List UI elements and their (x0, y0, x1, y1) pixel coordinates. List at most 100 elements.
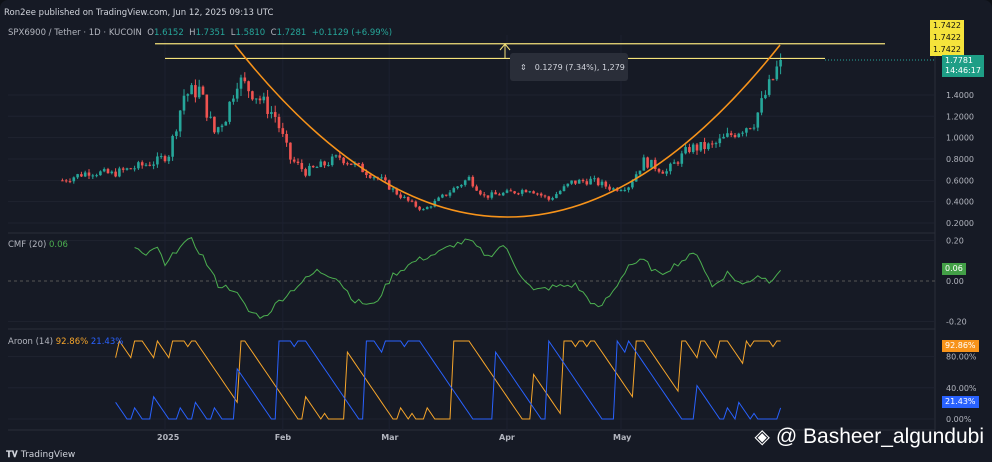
candle-up (665, 171, 668, 174)
candle-down (661, 171, 665, 174)
candle-up (570, 180, 573, 184)
last-price: 1.7781 (945, 56, 973, 65)
candle-down (509, 190, 513, 192)
candle-down (410, 200, 414, 202)
candle-down (585, 181, 589, 185)
candle-up (589, 178, 592, 185)
y-tick-label: 0.4000 (946, 198, 974, 207)
candle-up (429, 206, 433, 208)
cmf-axis-label: 0.20 (946, 237, 964, 246)
binance-logo-icon: ◈ (754, 426, 770, 448)
candle-up (95, 175, 98, 177)
candle-up (460, 184, 463, 187)
x-tick-label: Mar (381, 433, 398, 442)
candle-down (710, 143, 714, 145)
measure-text: 0.1279 (7.34%), 1,279 (534, 62, 625, 72)
candle-up (520, 190, 524, 194)
candle-up (741, 132, 744, 134)
candle-up (171, 135, 174, 157)
candle-up (175, 131, 178, 136)
candle-up (558, 191, 562, 195)
candle-up (315, 167, 319, 169)
candle-down (323, 161, 326, 166)
candle-up (501, 192, 505, 196)
candle-up (118, 168, 121, 177)
candle-down (148, 164, 152, 166)
candle-down (266, 96, 269, 114)
candle-down (486, 195, 490, 198)
candle-down (277, 116, 281, 129)
aroon-up-value: 92.86% (55, 337, 89, 347)
candle-down (311, 165, 315, 168)
candle-up (437, 197, 440, 201)
y-tick-label: 0.2000 (946, 219, 974, 228)
candle-down (748, 128, 752, 130)
candle-up (764, 94, 767, 99)
aroon-axis-label: 40.00% (946, 384, 977, 393)
candle-down (539, 193, 543, 196)
candle-down (121, 168, 125, 170)
level-label-2: 1.7422 (930, 32, 964, 44)
candle-up (308, 165, 311, 176)
candle-down (536, 193, 539, 195)
aroon-axis-label: 80.00% (946, 353, 977, 362)
candle-up (422, 209, 425, 211)
candle-up (714, 143, 718, 145)
candle-up (680, 153, 684, 164)
candle-up (467, 176, 471, 181)
branding-text: TradingView (20, 450, 76, 460)
y-tick-label: 1.0000 (946, 134, 974, 143)
cmf-value: 0.06 (49, 240, 68, 250)
y-tick-label: 0.8000 (946, 155, 974, 164)
candle-up (380, 177, 383, 179)
chart-canvas[interactable]: 1.4000 1.2000 1.0000 0.8000 0.6000 0.4000 0.20… (0, 0, 992, 462)
cmf-title: CMF (20) (8, 240, 47, 250)
candle-up (372, 177, 376, 179)
candle-up (102, 169, 106, 172)
candle-up (110, 171, 114, 174)
candle-up (156, 156, 159, 165)
candle-up (232, 98, 235, 102)
candle-down (292, 159, 296, 162)
candle-down (532, 191, 535, 194)
candle-up (425, 207, 429, 210)
candle-down (729, 133, 733, 136)
candle-up (767, 79, 771, 95)
candle-down (251, 91, 254, 100)
candle-up (270, 112, 273, 114)
candle-up (224, 121, 228, 126)
candle-down (657, 169, 661, 172)
candle-up (756, 112, 760, 128)
candle-up (551, 198, 554, 200)
candle-up (555, 194, 558, 199)
candle-down (281, 128, 285, 134)
candle-down (247, 81, 250, 92)
candle-down (733, 135, 737, 138)
candle-up (638, 170, 642, 175)
candle-up (566, 183, 570, 187)
y-tick-label: 1.2000 (946, 112, 974, 121)
candle-down (574, 180, 577, 184)
candle-up (403, 196, 406, 198)
candle-up (327, 165, 330, 167)
candle-down (513, 191, 516, 194)
last-price-label: 1.7781 14:46:17 (942, 55, 984, 77)
candle-up (456, 186, 459, 189)
candle-down (304, 169, 307, 176)
candle-down (201, 86, 205, 95)
candle-down (471, 176, 475, 187)
candle-up (726, 133, 729, 137)
candle-down (140, 162, 144, 166)
candle-down (205, 94, 209, 118)
candle-down (342, 157, 345, 164)
candle-down (61, 180, 64, 182)
candle-up (745, 128, 748, 133)
candle-up (707, 143, 710, 150)
candle-up (167, 156, 171, 162)
candle-up (684, 147, 687, 154)
aroon-axis-label: 0.00% (946, 415, 972, 424)
candle-down (414, 201, 418, 207)
candle-down (213, 116, 216, 133)
candle-up (144, 164, 148, 166)
candle-up (463, 180, 467, 185)
